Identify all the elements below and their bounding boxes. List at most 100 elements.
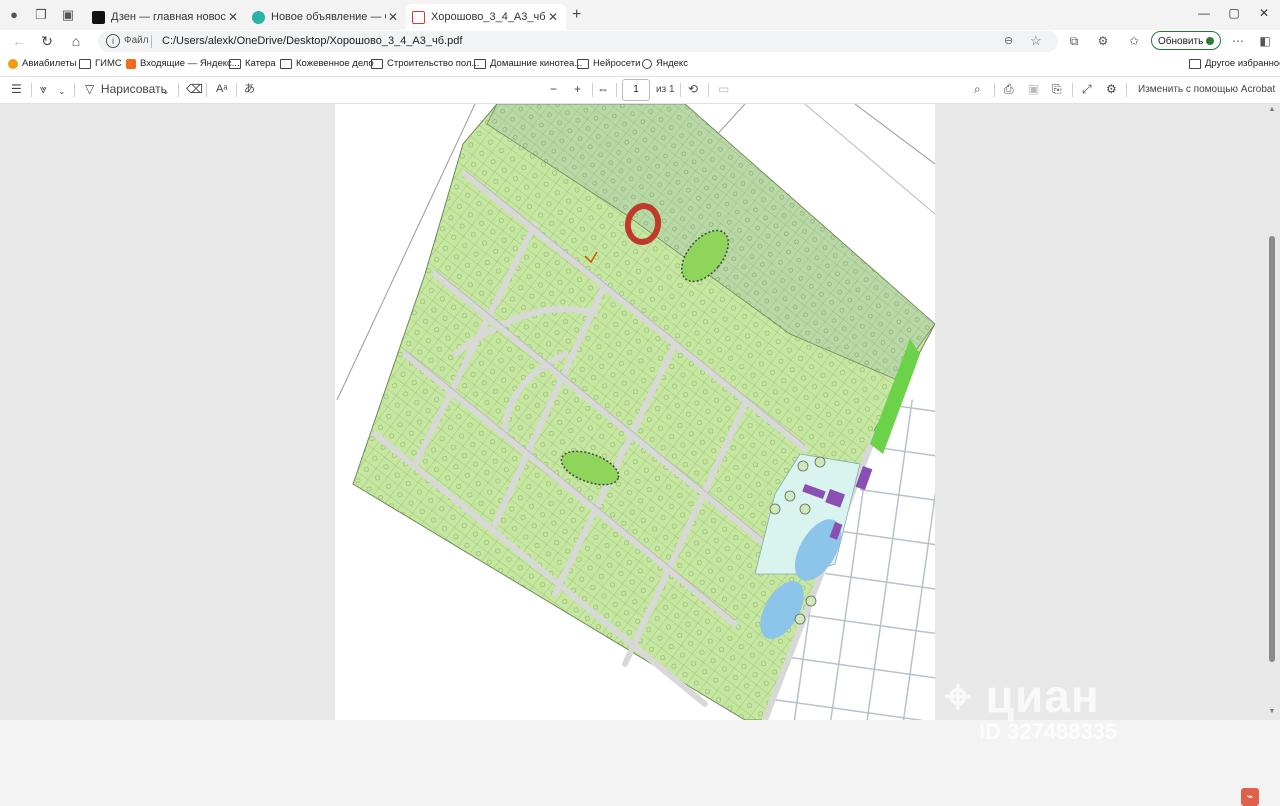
close-tab-icon[interactable]: ✕ bbox=[386, 10, 400, 24]
favorite-star-icon[interactable]: ☆ bbox=[1030, 33, 1042, 49]
page-total: из 1 bbox=[656, 84, 675, 95]
close-tab-icon[interactable]: ✕ bbox=[226, 10, 240, 24]
vertical-scrollbar[interactable]: ▲ ▼ bbox=[1268, 104, 1276, 720]
toolbar-divider bbox=[616, 83, 617, 97]
globe-icon bbox=[642, 58, 652, 69]
update-button[interactable]: Обновить bbox=[1151, 31, 1221, 50]
dzen-favicon-icon bbox=[92, 10, 105, 24]
draw-icon: ▽ bbox=[85, 82, 95, 96]
update-status-icon bbox=[1206, 37, 1214, 45]
home-button[interactable]: ⌂ bbox=[67, 33, 85, 49]
save-as-icon[interactable]: ⎘ bbox=[1052, 82, 1062, 96]
new-tab-button[interactable]: + bbox=[572, 7, 581, 23]
extensions-icon[interactable]: ⚙ bbox=[1095, 34, 1111, 48]
pdf-page bbox=[335, 104, 935, 720]
contents-icon[interactable]: ☰ bbox=[11, 82, 22, 96]
url-text[interactable]: C:/Users/alexk/OneDrive/Desktop/Хорошово… bbox=[162, 35, 462, 47]
cian-logo-icon: ⌖ bbox=[945, 670, 986, 722]
pdf-favicon-icon bbox=[412, 10, 425, 24]
page-view-icon[interactable]: ▭ bbox=[718, 82, 729, 96]
cian-watermark: ⌖ циан ID 327488335 bbox=[945, 670, 1118, 744]
pdf-toolbar: ☰ ⩔ ⌄ ▽ Нарисовать ⌄ ⌫ Aᵃ あ − + ⇔ 1 из 1… bbox=[0, 77, 1280, 104]
folder-icon bbox=[79, 58, 91, 69]
settings-icon[interactable]: ⚙ bbox=[1106, 82, 1117, 96]
highlight-icon[interactable]: ⩔ bbox=[40, 82, 47, 96]
minimize-button[interactable]: — bbox=[1194, 6, 1214, 20]
sidebar-toggle-icon[interactable]: ◧ bbox=[1257, 34, 1273, 48]
bookmark-construction[interactable]: Строительство пол... bbox=[371, 58, 479, 69]
folder-icon bbox=[474, 58, 486, 69]
tab-new-listing[interactable]: Новое объявление — Объявлени... ✕ bbox=[246, 4, 406, 30]
scroll-down-icon[interactable]: ▼ bbox=[1268, 708, 1276, 715]
toolbar-divider bbox=[74, 83, 75, 97]
other-favorites[interactable]: Другое избранное bbox=[1189, 58, 1280, 69]
bookmarks-bar: Авиабилеты ГИМС Входящие — Яндекс... Кат… bbox=[0, 54, 1280, 77]
bookmark-aviabilety[interactable]: Авиабилеты bbox=[8, 58, 76, 69]
save-icon[interactable]: ▣ bbox=[1028, 82, 1039, 96]
folder-icon bbox=[1189, 58, 1201, 69]
close-tab-icon[interactable]: ✕ bbox=[546, 10, 560, 24]
toolbar-divider bbox=[708, 83, 709, 97]
tab-strip: ● ❐ ▣ Дзен — главная новостная инф... ✕ … bbox=[0, 0, 1280, 30]
folder-icon bbox=[371, 58, 383, 69]
favorites-icon[interactable]: ✩ bbox=[1126, 34, 1142, 48]
scroll-up-icon[interactable]: ▲ bbox=[1268, 106, 1276, 113]
bookmark-yandex[interactable]: Яндекс bbox=[642, 58, 688, 69]
chevron-down-icon[interactable]: ⌄ bbox=[58, 84, 66, 98]
read-aloud-icon[interactable]: Aᵃ bbox=[216, 82, 227, 96]
zoom-in-button[interactable]: + bbox=[574, 82, 581, 96]
collections-icon[interactable]: ⧉ bbox=[1066, 34, 1082, 49]
refresh-button[interactable]: ↻ bbox=[38, 33, 56, 50]
toolbar-divider bbox=[680, 83, 681, 97]
toolbar-divider bbox=[206, 83, 207, 97]
fit-page-icon[interactable]: ⇔ bbox=[597, 82, 609, 96]
bookmark-katera[interactable]: Катера bbox=[229, 58, 276, 69]
more-menu-icon[interactable]: ⋯ bbox=[1230, 34, 1246, 48]
eraser-icon[interactable]: ⌫ bbox=[186, 82, 203, 96]
scroll-thumb[interactable] bbox=[1269, 236, 1275, 662]
folder-icon bbox=[577, 58, 589, 69]
back-button[interactable]: ← bbox=[10, 33, 28, 49]
tab-pdf[interactable]: Хорошово_3_4_А3_чб.pdf ✕ bbox=[406, 4, 566, 30]
pdf-viewer: ⌖ циан ID 327488335 ⌁ bbox=[0, 104, 1280, 806]
edit-in-acrobat-button[interactable]: Изменить с помощью Acrobat bbox=[1138, 83, 1275, 97]
bookmark-home-theater[interactable]: Домашние кинотеа... bbox=[474, 58, 582, 69]
folder-icon bbox=[280, 58, 292, 69]
fullscreen-icon[interactable]: ⤢ bbox=[1082, 82, 1092, 96]
workspaces-icon[interactable]: ❐ bbox=[33, 7, 49, 23]
aviasales-icon bbox=[8, 58, 18, 69]
avito-favicon-icon bbox=[252, 10, 265, 24]
address-separator bbox=[151, 35, 152, 48]
chevron-down-icon[interactable]: ⌄ bbox=[162, 84, 170, 98]
toolbar-divider bbox=[178, 83, 179, 97]
info-icon[interactable]: i bbox=[106, 34, 120, 48]
folder-icon bbox=[229, 58, 241, 69]
bookmark-inbox[interactable]: Входящие — Яндекс... bbox=[126, 58, 240, 69]
page-number-input[interactable]: 1 bbox=[622, 79, 650, 101]
address-row: ← ↻ ⌂ i Файл C:/Users/alexk/OneDrive/Des… bbox=[0, 30, 1280, 54]
zoom-out-button[interactable]: − bbox=[550, 82, 557, 96]
toolbar-divider bbox=[31, 83, 32, 97]
translate-icon[interactable]: あ bbox=[244, 82, 255, 96]
rotate-icon[interactable]: ⟲ bbox=[688, 82, 698, 96]
zoom-out-icon[interactable]: ⊖ bbox=[1004, 34, 1013, 47]
maximize-button[interactable]: ▢ bbox=[1224, 6, 1244, 20]
acrobat-icon[interactable]: ⌁ bbox=[1241, 788, 1259, 806]
print-icon[interactable]: ⎙ bbox=[1004, 82, 1014, 96]
draw-button[interactable]: ▽ Нарисовать bbox=[85, 82, 167, 96]
vertical-tabs-icon[interactable]: ▣ bbox=[60, 7, 76, 23]
bookmark-neural[interactable]: Нейросети bbox=[577, 58, 640, 69]
site-plan-map bbox=[336, 104, 935, 720]
toolbar-divider bbox=[236, 83, 237, 97]
toolbar-divider bbox=[592, 83, 593, 97]
tab-dzen[interactable]: Дзен — главная новостная инф... ✕ bbox=[86, 4, 246, 30]
mail-icon bbox=[126, 58, 136, 69]
search-icon[interactable]: ⌕ bbox=[974, 82, 981, 96]
bookmark-leather[interactable]: Кожевенное дело bbox=[280, 58, 374, 69]
bookmark-gims[interactable]: ГИМС bbox=[79, 58, 122, 69]
close-window-button[interactable]: ✕ bbox=[1254, 6, 1274, 20]
toolbar-divider bbox=[994, 83, 995, 97]
profile-icon[interactable]: ● bbox=[6, 7, 22, 23]
toolbar-divider bbox=[1126, 83, 1127, 97]
address-bar[interactable]: i Файл C:/Users/alexk/OneDrive/Desktop/Х… bbox=[98, 31, 1058, 52]
